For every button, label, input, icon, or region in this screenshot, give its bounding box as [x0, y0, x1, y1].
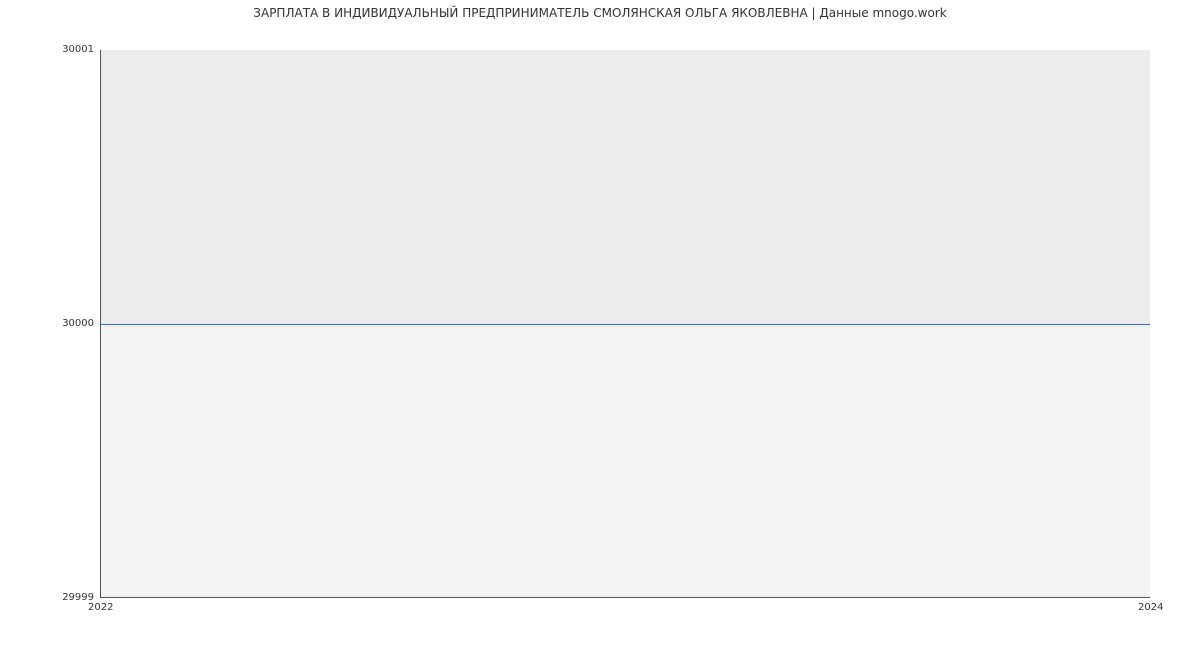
y-tick-label: 30000: [4, 318, 94, 329]
series-line: [101, 324, 1150, 325]
x-tick-label: 2024: [1138, 602, 1163, 613]
chart-title: ЗАРПЛАТА В ИНДИВИДУАЛЬНЫЙ ПРЕДПРИНИМАТЕЛ…: [0, 6, 1200, 20]
y-tick-label: 30001: [4, 44, 94, 55]
y-tick-label: 29999: [4, 592, 94, 603]
plot-area: [100, 50, 1150, 598]
area-fill: [101, 50, 1150, 324]
chart-container: ЗАРПЛАТА В ИНДИВИДУАЛЬНЫЙ ПРЕДПРИНИМАТЕЛ…: [0, 0, 1200, 650]
x-tick-label: 2022: [88, 602, 113, 613]
